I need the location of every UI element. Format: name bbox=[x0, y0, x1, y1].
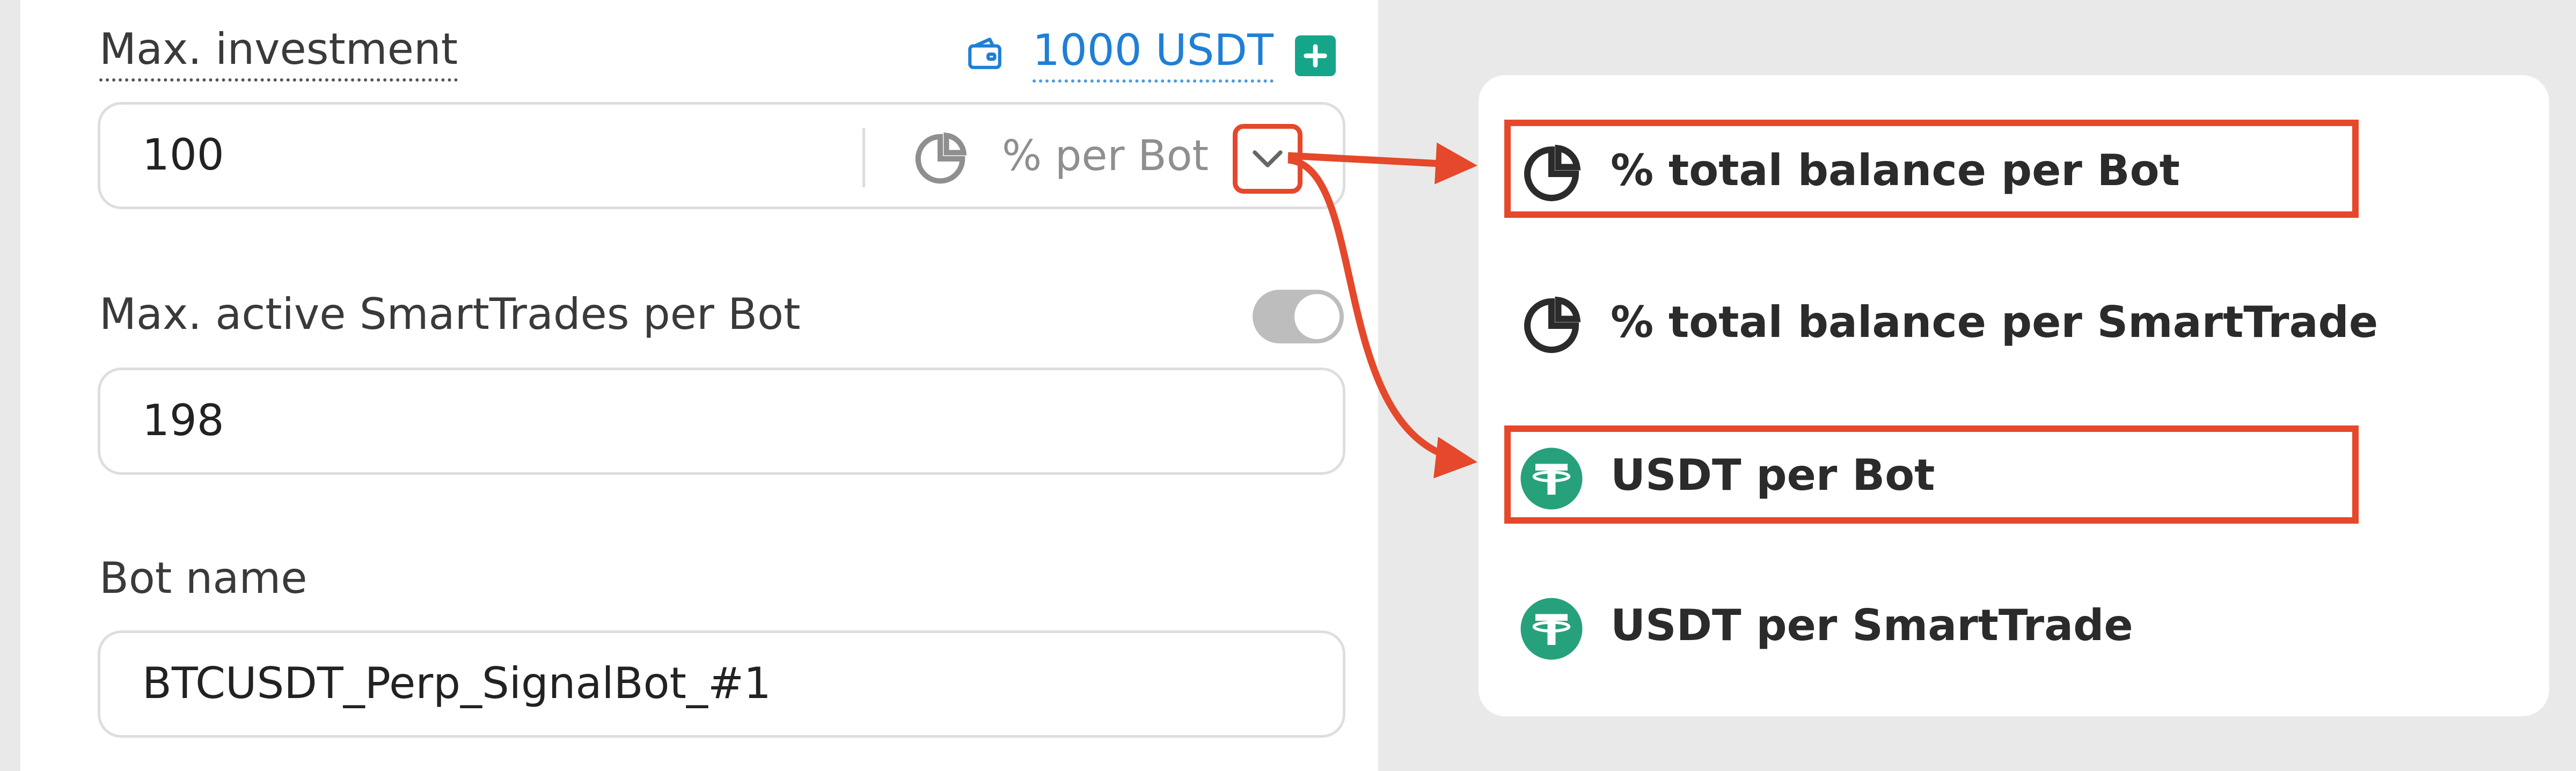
menu-item-label: USDT per SmartTrade bbox=[1611, 600, 2133, 650]
bot-name-label: Bot name bbox=[99, 553, 308, 603]
max-investment-label: Max. investment bbox=[99, 28, 458, 82]
screenshot-stage: Max. investment 1000 USDT 100 % per Bot bbox=[0, 0, 2576, 771]
max-smarttrades-field[interactable]: 198 bbox=[98, 368, 1345, 475]
highlight-box-usdt-per-bot bbox=[1504, 425, 2359, 524]
smarttrades-toggle[interactable] bbox=[1253, 290, 1344, 343]
highlight-box-total-balance-per-bot bbox=[1504, 120, 2359, 218]
investment-mode-label: % per Bot bbox=[1002, 132, 1209, 180]
field-divider bbox=[862, 128, 865, 187]
max-investment-field[interactable]: 100 % per Bot bbox=[98, 102, 1345, 209]
menu-item-label: % total balance per SmartTrade bbox=[1611, 297, 2379, 347]
max-smarttrades-input[interactable]: 198 bbox=[142, 399, 224, 442]
pie-chart-icon bbox=[915, 132, 967, 184]
available-balance: 1000 USDT bbox=[965, 26, 1351, 83]
tether-icon bbox=[1520, 598, 1583, 660]
add-funds-button[interactable] bbox=[1295, 35, 1336, 76]
max-investment-input[interactable]: 100 bbox=[142, 134, 224, 177]
bot-settings-panel: Max. investment 1000 USDT 100 % per Bot bbox=[20, 0, 1378, 771]
menu-item-usdt-per-smarttrade[interactable]: USDT per SmartTrade bbox=[1479, 574, 2549, 671]
investment-mode-dropdown-button[interactable] bbox=[1233, 124, 1302, 194]
chevron-down-icon bbox=[1253, 150, 1283, 167]
pie-chart-icon bbox=[1524, 296, 1581, 353]
bot-name-field[interactable]: BTCUSDT_Perp_SignalBot_#1 bbox=[98, 630, 1345, 738]
toggle-knob bbox=[1294, 294, 1340, 339]
plus-icon bbox=[1304, 44, 1327, 68]
balance-amount[interactable]: 1000 USDT bbox=[1033, 29, 1274, 83]
menu-item-total-balance-per-smarttrade[interactable]: % total balance per SmartTrade bbox=[1479, 271, 2549, 368]
wallet-icon bbox=[968, 38, 1001, 69]
bot-name-input[interactable]: BTCUSDT_Perp_SignalBot_#1 bbox=[142, 662, 771, 705]
max-smarttrades-label: Max. active SmartTrades per Bot bbox=[99, 289, 801, 339]
